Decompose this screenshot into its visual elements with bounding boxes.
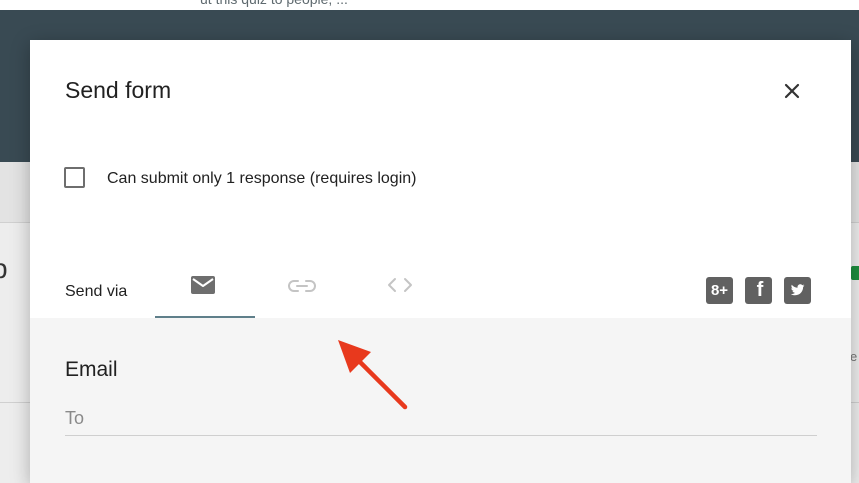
background-cropped-text: ut this quiz to people, ... [200,0,400,8]
twitter-button[interactable] [784,277,811,304]
dialog-title: Send form [65,77,172,103]
single-response-checkbox[interactable] [64,167,85,188]
background-status-tag [851,266,859,280]
close-icon [784,83,800,99]
email-panel: Email [30,318,851,483]
tab-link[interactable] [252,260,352,318]
facebook-icon: f [756,279,764,301]
send-form-dialog: Send form Can submit only 1 response (re… [30,40,851,483]
embed-code-icon [388,278,412,292]
google-plus-icon: 8+ [710,282,729,299]
google-plus-button[interactable]: 8+ [706,277,733,304]
link-icon [288,280,316,292]
email-panel-title: Email [65,358,118,381]
background-cropped-letter: p [0,249,30,289]
facebook-button[interactable]: f [745,277,772,304]
tab-email[interactable] [155,260,255,318]
twitter-icon [790,284,805,296]
send-via-label: Send via [65,283,128,300]
annotation-arrow-icon [338,340,408,410]
background-cropped-char: e [850,349,858,364]
to-field[interactable] [65,402,817,436]
single-response-label: Can submit only 1 response (requires log… [107,170,417,187]
tab-embed[interactable] [350,260,450,318]
background-top-strip: ut this quiz to people, ... [0,0,859,10]
email-icon [191,276,215,294]
close-button[interactable] [778,77,806,105]
